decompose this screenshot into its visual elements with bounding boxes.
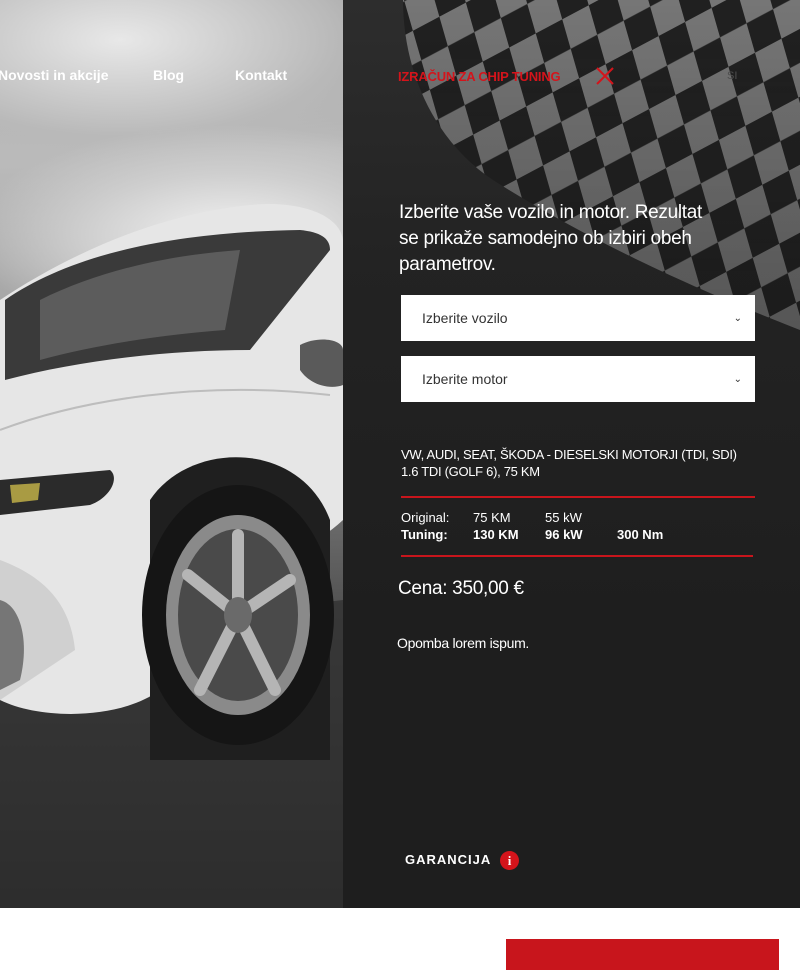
vehicle-select[interactable]: Izberite vozilo ⌄ — [401, 295, 755, 341]
vehicle-model-line: 1.6 TDI (GOLF 6), 75 KM — [401, 464, 540, 479]
original-kw: 55 kW — [545, 510, 582, 525]
chevron-down-icon: ⌄ — [733, 374, 742, 385]
engine-select[interactable]: Izberite motor ⌄ — [401, 356, 755, 402]
info-icon[interactable]: i — [500, 851, 519, 870]
specs-row-original: Original: 75 KM 55 kW — [401, 510, 753, 527]
original-hp: 75 KM — [473, 510, 511, 525]
tuning-nm: 300 Nm — [617, 527, 664, 542]
warranty-link[interactable]: GARANCIJA — [405, 852, 491, 867]
car-illustration — [0, 204, 343, 908]
specs-table: Original: 75 KM 55 kW Tuning: 130 KM 96 … — [401, 510, 753, 544]
tuning-label: Tuning: — [401, 527, 448, 542]
tuning-kw: 96 kW — [545, 527, 583, 542]
nav-link-contact[interactable]: Kontakt — [235, 67, 287, 83]
red-cta-block[interactable] — [506, 939, 779, 970]
original-label: Original: — [401, 510, 450, 525]
close-icon[interactable] — [594, 65, 616, 87]
vehicle-make-line: VW, AUDI, SEAT, ŠKODA - DIESELSKI MOTORJ… — [401, 447, 737, 462]
note-text: Opomba lorem ispum. — [397, 635, 530, 651]
selected-vehicle-info: VW, AUDI, SEAT, ŠKODA - DIESELSKI MOTORJ… — [401, 446, 761, 480]
chevron-down-icon: ⌄ — [733, 313, 742, 324]
price-text: Cena: 350,00 € — [398, 578, 524, 599]
nav-link-chip-tuning-calculator[interactable]: IZRAČUN ZA CHIP TUNING — [398, 69, 561, 84]
hero-car-image — [0, 0, 343, 908]
specs-row-tuning: Tuning: 130 KM 96 kW 300 Nm — [401, 527, 753, 544]
language-switch[interactable]: SI — [727, 70, 737, 82]
nav-link-news[interactable]: Novosti in akcije — [0, 67, 108, 83]
engine-select-label: Izberite motor — [422, 371, 508, 387]
tuning-hp: 130 KM — [473, 527, 519, 542]
divider-bottom — [401, 555, 753, 557]
divider-top — [401, 496, 755, 498]
calculator-intro-text: Izberite vaše vozilo in motor. Rezultat … — [399, 202, 702, 275]
nav-link-blog[interactable]: Blog — [153, 67, 184, 83]
vehicle-select-label: Izberite vozilo — [422, 310, 508, 326]
